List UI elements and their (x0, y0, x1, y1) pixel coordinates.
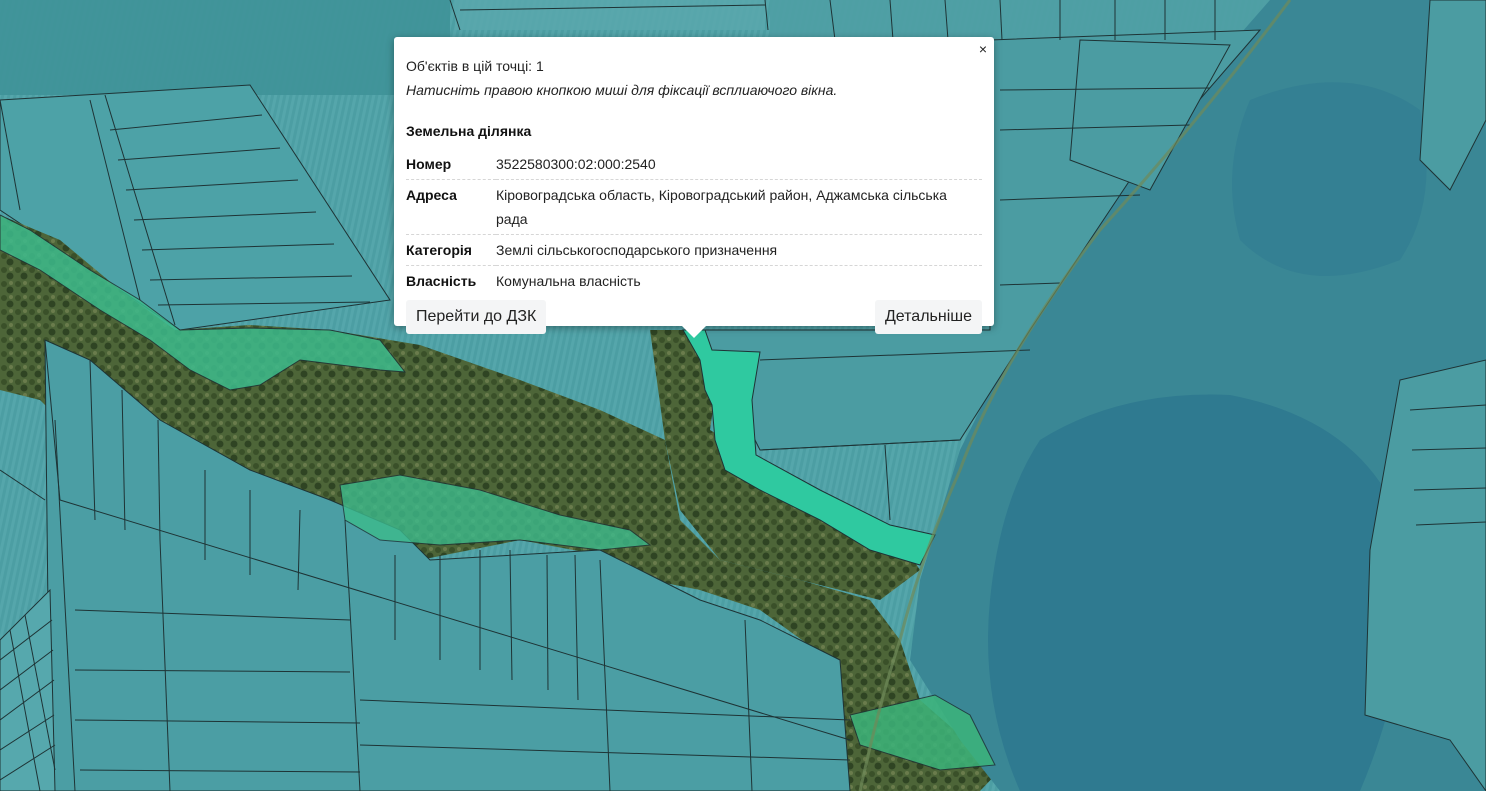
section-title: Земельна ділянка (406, 123, 532, 139)
attr-value-category: Землі сільськогосподарського призначення (496, 234, 982, 266)
attr-key-category: Категорія (406, 234, 496, 266)
attr-key-ownership: Власність (406, 273, 477, 289)
objects-count: Об'єктів в цій точці: 1 (406, 58, 544, 74)
attr-value-ownership: Комунальна власність (496, 273, 641, 289)
attr-value-address: Кіровоградська область, Кіровоградський … (496, 179, 982, 235)
table-row: Адреса Кіровоградська область, Кіровогра… (406, 179, 982, 235)
attr-key-number: Номер (406, 152, 496, 180)
popup-pointer (682, 326, 706, 338)
table-row: Номер 3522580300:02:000:2540 (406, 152, 982, 180)
attr-value-number: 3522580300:02:000:2540 (496, 152, 982, 180)
details-button[interactable]: Детальніше (874, 300, 982, 334)
go-to-dzk-button[interactable]: Перейти до ДЗК (406, 300, 547, 334)
popup-hint: Натисніть правою кнопкою миші для фіксац… (406, 82, 838, 98)
table-row: Власність Комунальна власність (406, 266, 982, 297)
attributes-table: Номер 3522580300:02:000:2540 Адреса Кіро… (406, 152, 982, 296)
parcel-info-popup: × Об'єктів в цій точці: 1 Натисніть прав… (394, 37, 994, 338)
table-row: Категорія Землі сільськогосподарського п… (406, 234, 982, 266)
attr-key-address: Адреса (406, 179, 496, 235)
close-popup-button[interactable]: × (979, 42, 987, 56)
